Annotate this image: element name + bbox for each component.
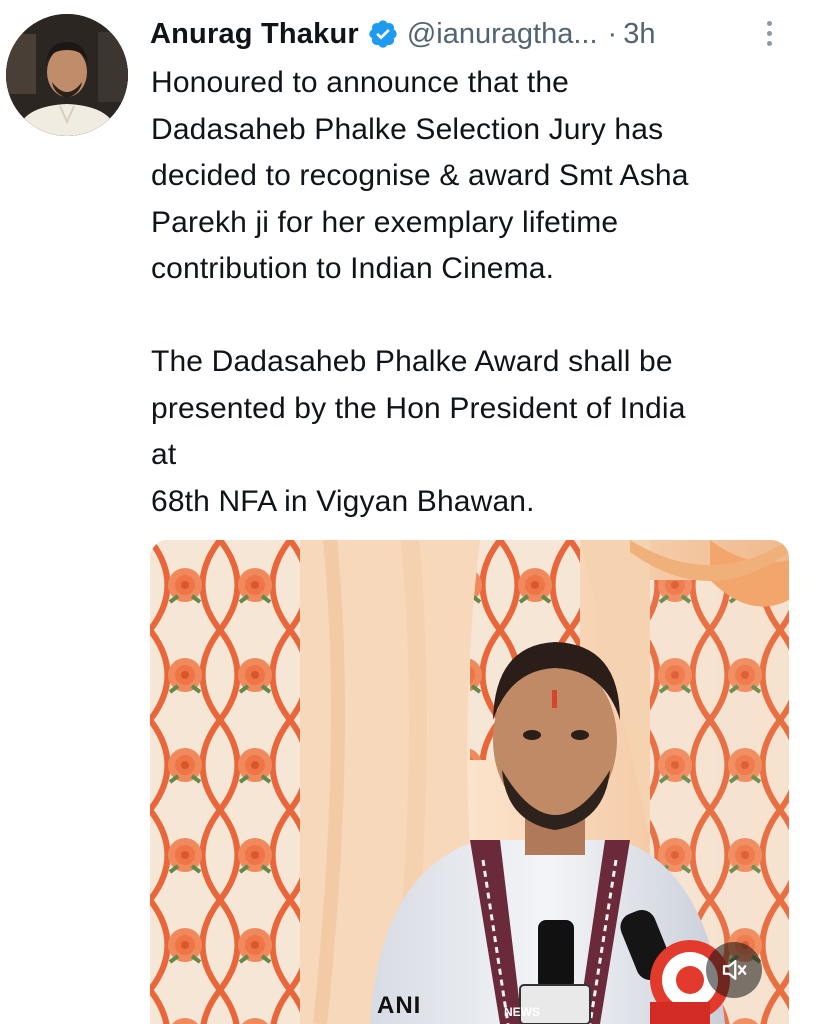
meta-separator: · (607, 17, 618, 50)
mic-label-news: NEWS (504, 1005, 540, 1019)
tweet-timestamp[interactable]: 3h (623, 18, 655, 51)
tweet-video[interactable]: ANI NEWS (150, 540, 789, 1024)
video-frame (150, 540, 789, 1024)
tweet[interactable]: Anurag Thakur @ianuragtha... · 3h Honour… (0, 0, 818, 1024)
verified-badge-icon (367, 18, 399, 50)
speaker-muted-icon (722, 960, 747, 980)
tweet-header: Anurag Thakur @ianuragtha... · 3h (150, 14, 790, 54)
tweet-text-line: presented by the Hon President of India (151, 391, 686, 425)
mic-label-ani: ANI (377, 992, 422, 1019)
tweet-text-line: The Dadasaheb Phalke Award shall be (151, 345, 673, 378)
mute-toggle-button[interactable] (706, 942, 762, 998)
author-name[interactable]: Anurag Thakur (150, 18, 359, 51)
author-handle[interactable]: @ianuragtha... (407, 18, 598, 51)
tweet-text-line: contribution to Indian Cinema. (151, 252, 555, 285)
tweet-text-line: 68th NFA in Vigyan Bhawan. (151, 484, 535, 518)
author-avatar[interactable] (6, 14, 128, 136)
tweet-text: Honoured to announce that the Dadasaheb … (151, 60, 801, 525)
tweet-text-line: Honoured to announce that the (151, 66, 570, 99)
tweet-text-line: decided to recognise & award Smt Asha (151, 159, 689, 192)
tweet-text-line: Parekh ji for her exemplary lifetime (151, 205, 619, 239)
tweet-text-line: at (151, 438, 177, 471)
more-vertical-icon[interactable] (757, 16, 781, 50)
paragraph-break (151, 293, 801, 340)
tweet-text-line: Dadasaheb Phalke Selection Jury has (151, 112, 664, 146)
avatar-photo (6, 14, 128, 136)
